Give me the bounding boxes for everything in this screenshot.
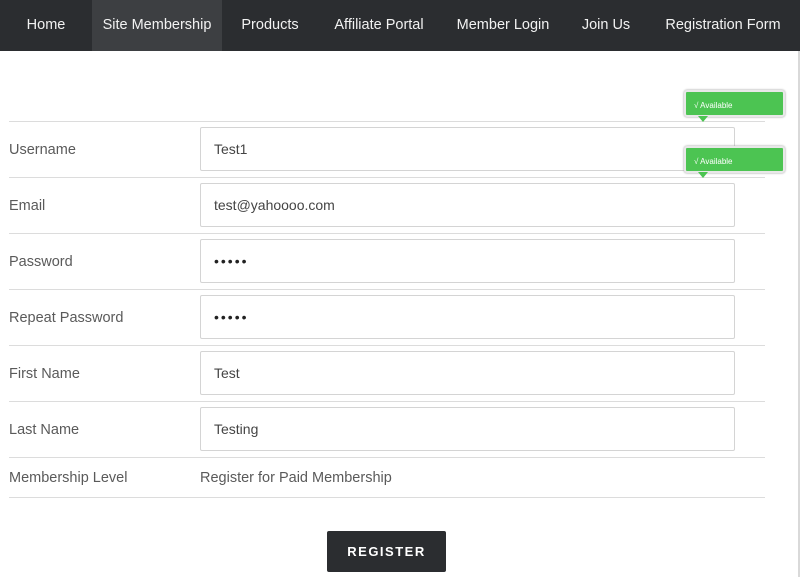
form-row-username: Username Test1 [9, 121, 765, 177]
nav-item-products[interactable]: Products [222, 0, 318, 51]
email-label: Email [9, 198, 46, 214]
email-available-tooltip: √ Available [684, 146, 785, 178]
password-label: Password [9, 254, 73, 270]
tooltip-arrow-icon [698, 116, 708, 122]
first-name-label: First Name [9, 366, 80, 382]
last-name-label: Last Name [9, 422, 80, 438]
email-available-text: √ Available [694, 157, 733, 166]
form-row-first-name: First Name Test [9, 345, 765, 401]
username-label: Username [9, 142, 76, 158]
form-row-last-name: Last Name Testing [9, 401, 765, 457]
membership-level-label: Membership Level [9, 470, 128, 486]
username-available-text: √ Available [694, 101, 733, 110]
username-input[interactable]: Test1 [200, 127, 735, 171]
top-navbar: Home Site Membership Products Affiliate … [0, 0, 800, 51]
form-row-email: Email test@yahoooo.com [9, 177, 765, 233]
nav-item-join-us[interactable]: Join Us [566, 0, 646, 51]
register-button[interactable]: REGISTER [327, 531, 446, 572]
repeat-password-label: Repeat Password [9, 310, 124, 326]
nav-item-site-membership[interactable]: Site Membership [92, 0, 222, 51]
nav-item-member-login[interactable]: Member Login [440, 0, 566, 51]
username-available-tooltip: √ Available [684, 90, 785, 122]
nav-item-home[interactable]: Home [0, 0, 92, 51]
membership-level-value: Register for Paid Membership [200, 470, 392, 486]
nav-item-registration-form[interactable]: Registration Form [646, 0, 800, 51]
repeat-password-input[interactable]: ••••• [200, 295, 735, 339]
last-name-input[interactable]: Testing [200, 407, 735, 451]
form-row-password: Password ••••• [9, 233, 765, 289]
first-name-input[interactable]: Test [200, 351, 735, 395]
email-input[interactable]: test@yahoooo.com [200, 183, 735, 227]
form-row-repeat-password: Repeat Password ••••• [9, 289, 765, 345]
password-input[interactable]: ••••• [200, 239, 735, 283]
nav-item-affiliate-portal[interactable]: Affiliate Portal [318, 0, 440, 51]
tooltip-arrow-icon [698, 172, 708, 178]
form-row-membership-level: Membership Level Register for Paid Membe… [9, 457, 765, 498]
